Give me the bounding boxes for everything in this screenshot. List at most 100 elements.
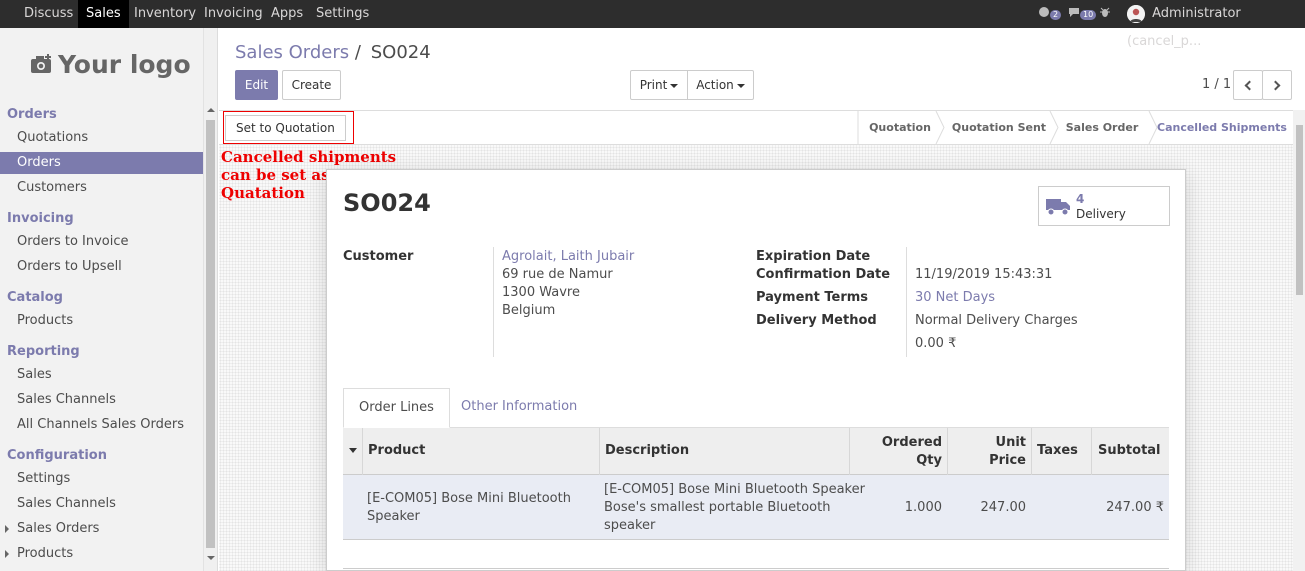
sidebar-item-sales[interactable]: Sales	[0, 364, 203, 386]
menu-sales[interactable]: Sales	[78, 0, 129, 28]
camera-icon	[31, 54, 51, 73]
column-header-taxes[interactable]: Taxes	[1037, 443, 1078, 458]
column-separator	[1031, 428, 1032, 475]
field-divider	[493, 247, 494, 357]
sort-caret-icon[interactable]	[349, 448, 357, 453]
create-button[interactable]: Create	[282, 70, 341, 100]
sidebar-item-quotations[interactable]: Quotations	[0, 127, 203, 149]
chevron-right-icon	[1270, 80, 1281, 91]
sidebar-item-config-sales-orders[interactable]: Sales Orders	[0, 518, 203, 540]
delivery-cost-value: 0.00 ₹	[915, 336, 957, 351]
breadcrumb-separator: /	[354, 42, 361, 63]
column-header-ordered-qty[interactable]: Ordered Qty	[850, 434, 942, 470]
scroll-down-icon[interactable]	[207, 556, 215, 560]
column-header-unit-price[interactable]: Unit Price	[948, 434, 1026, 470]
sidebar-item-config-sales-channels[interactable]: Sales Channels	[0, 493, 203, 515]
scrollbar-thumb[interactable]	[206, 120, 215, 548]
cell-line: Bose's smallest portable Bluetooth	[604, 500, 831, 515]
column-separator	[1091, 428, 1092, 475]
column-header-description[interactable]: Description	[605, 443, 689, 458]
delivery-count: 4	[1076, 192, 1085, 206]
sidebar-item-settings[interactable]: Settings	[0, 468, 203, 490]
chevron-left-icon	[1244, 80, 1255, 91]
stage-quotation-sent[interactable]: Quotation Sent	[946, 111, 1052, 144]
top-navbar: Discuss Sales Inventory Invoicing Apps S…	[0, 0, 1305, 49]
order-title: SO024	[343, 189, 431, 217]
pager-previous-button[interactable]	[1233, 70, 1263, 100]
confirmation-date-label: Confirmation Date	[756, 267, 891, 282]
sidebar-section-configuration: Configuration	[7, 448, 107, 463]
sidebar-item-sales-channels[interactable]: Sales Channels	[0, 389, 203, 411]
sidebar-item-all-channels-sales-orders[interactable]: All Channels Sales Orders	[0, 414, 203, 436]
scroll-up-icon[interactable]	[207, 108, 215, 112]
breadcrumb: Sales Orders / SO024	[235, 42, 431, 63]
delivery-smart-button[interactable]: 4 Delivery	[1038, 186, 1170, 226]
bug-icon	[1100, 7, 1110, 17]
tab-order-lines[interactable]: Order Lines	[343, 388, 450, 428]
pager-value[interactable]: 1 / 1	[1202, 77, 1231, 92]
breadcrumb-current: SO024	[370, 42, 431, 63]
sidebar-item-label: Products	[17, 546, 74, 561]
sidebar-item-config-products[interactable]: Products	[0, 543, 203, 565]
column-header-product[interactable]: Product	[368, 443, 425, 458]
customer-address-line: Belgium	[502, 303, 556, 318]
header-line: Ordered	[881, 435, 942, 450]
truck-icon	[1046, 199, 1070, 216]
sidebar-item-products[interactable]: Products	[0, 310, 203, 332]
print-dropdown[interactable]: Print	[630, 70, 688, 100]
tab-other-information[interactable]: Other Information	[446, 388, 592, 428]
delivery-method-label: Delivery Method	[756, 313, 877, 328]
scrollbar-thumb[interactable]	[1296, 125, 1303, 295]
customer-name-link[interactable]: Agrolait, Laith Jubair	[502, 249, 634, 264]
menu-settings[interactable]: Settings	[308, 0, 377, 28]
action-dropdown[interactable]: Action	[687, 70, 754, 100]
stage-cancelled-shipments: Cancelled Shipments	[1157, 121, 1287, 134]
main-scrollbar[interactable]	[1293, 110, 1305, 571]
sidebar-scrollbar[interactable]	[203, 28, 217, 571]
debug-bug[interactable]	[1099, 0, 1111, 28]
delivery-label: Delivery	[1076, 207, 1126, 221]
expand-caret-icon	[5, 525, 9, 533]
cell-line: speaker	[604, 518, 656, 533]
header-line: Qty	[916, 453, 942, 468]
expand-caret-icon	[5, 550, 9, 558]
edit-button[interactable]: Edit	[235, 70, 278, 100]
menu-invoicing[interactable]: Invoicing	[196, 0, 271, 28]
menu-apps[interactable]: Apps	[263, 0, 311, 28]
user-menu[interactable]: Administrator (cancel_p...	[1127, 0, 1305, 49]
payment-terms-label: Payment Terms	[756, 290, 869, 305]
menu-inventory[interactable]: Inventory	[126, 0, 204, 28]
header-line: Price	[989, 453, 1026, 468]
menu-discuss[interactable]: Discuss	[16, 0, 81, 28]
sidebar-item-orders-to-invoice[interactable]: Orders to Invoice	[0, 231, 203, 253]
row-unit-price: 247.00	[980, 500, 1027, 515]
sidebar: Your logo Orders Quotations Orders Custo…	[0, 28, 218, 571]
caret-down-icon	[670, 83, 679, 88]
sidebar-section-orders: Orders	[7, 107, 57, 122]
logo-text: Your logo	[58, 50, 191, 79]
breadcrumb-sales-orders[interactable]: Sales Orders	[235, 42, 349, 63]
sidebar-item-label: Sales Orders	[17, 521, 100, 536]
activity-notification[interactable]: 10	[1068, 0, 1097, 28]
column-separator	[599, 428, 600, 475]
sidebar-section-reporting: Reporting	[7, 344, 80, 359]
print-label: Print	[639, 78, 668, 92]
customer-address-line: 1300 Wavre	[502, 285, 580, 300]
header-line: Unit	[995, 435, 1026, 450]
comments-icon	[1069, 8, 1079, 17]
sidebar-item-orders-to-upsell[interactable]: Orders to Upsell	[0, 256, 203, 278]
column-header-subtotal[interactable]: Subtotal	[1098, 443, 1161, 458]
highlight-box	[223, 111, 354, 144]
column-separator	[362, 428, 363, 475]
chat-icon	[1039, 7, 1049, 17]
row-description: [E-COM05] Bose Mini Bluetooth Speaker Bo…	[604, 481, 865, 535]
company-logo: Your logo	[30, 50, 191, 79]
stage-sales-order[interactable]: Sales Order	[1058, 111, 1146, 144]
action-label: Action	[696, 78, 734, 92]
stage-quotation[interactable]: Quotation	[862, 111, 938, 144]
payment-terms-link[interactable]: 30 Net Days	[915, 290, 995, 305]
chat-notification[interactable]: 2	[1038, 0, 1062, 28]
sidebar-item-customers[interactable]: Customers	[0, 177, 203, 199]
pager-next-button[interactable]	[1262, 70, 1292, 100]
sidebar-item-orders[interactable]: Orders	[0, 152, 203, 174]
